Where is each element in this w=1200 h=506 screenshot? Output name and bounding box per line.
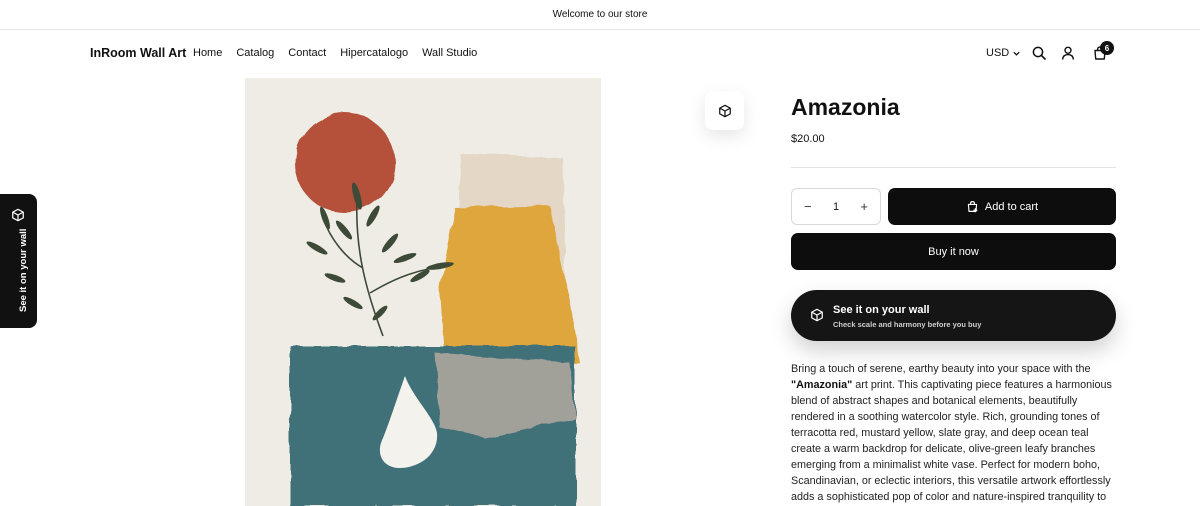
add-to-cart-button[interactable]: Add to cart	[888, 188, 1116, 225]
currency-selector[interactable]: USD	[986, 47, 1021, 59]
product-title: Amazonia	[791, 94, 900, 120]
chevron-down-icon	[1013, 51, 1020, 56]
nav-wall-studio[interactable]: Wall Studio	[422, 47, 477, 59]
side-tab-label: See it on your wall	[18, 228, 29, 312]
quantity-value[interactable]: 1	[833, 201, 839, 213]
announcement-text: Welcome to our store	[552, 9, 648, 20]
nav-home[interactable]: Home	[193, 47, 222, 59]
cube-icon	[12, 208, 24, 222]
store-logo[interactable]: InRoom Wall Art	[90, 46, 186, 60]
view-3d-button[interactable]	[705, 91, 744, 130]
quantity-stepper: − 1 +	[791, 188, 881, 225]
description-body: art print. This captivating piece featur…	[791, 379, 1112, 503]
cart-count-badge: 6	[1100, 41, 1114, 55]
cube-icon	[811, 308, 823, 322]
divider	[791, 167, 1116, 168]
search-icon[interactable]	[1031, 45, 1047, 61]
nav-hipercatalogo[interactable]: Hipercatalogo	[340, 47, 408, 59]
currency-label: USD	[986, 47, 1010, 59]
cart-add-icon	[967, 201, 978, 213]
product-description: Bring a touch of serene, earthy beauty i…	[791, 361, 1116, 505]
account-icon[interactable]	[1060, 45, 1076, 61]
buy-now-button[interactable]: Buy it now	[791, 233, 1116, 270]
decrease-quantity-button[interactable]: −	[804, 199, 812, 214]
increase-quantity-button[interactable]: +	[860, 199, 868, 214]
cube-icon	[718, 104, 731, 117]
product-image[interactable]	[245, 78, 601, 506]
nav-catalog[interactable]: Catalog	[236, 47, 274, 59]
wall-button-title: See it on your wall	[833, 304, 930, 316]
site-header: InRoom Wall Art Home Catalog Contact Hip…	[0, 30, 1200, 78]
description-intro: Bring a touch of serene, earthy beauty i…	[791, 363, 1091, 375]
wall-button-subtitle: Check scale and harmony before you buy	[833, 320, 982, 329]
main-nav: Home Catalog Contact Hipercatalogo Wall …	[193, 47, 477, 59]
see-on-wall-button[interactable]: See it on your wall Check scale and harm…	[791, 290, 1116, 341]
see-on-wall-side-tab[interactable]: See it on your wall	[0, 194, 37, 328]
description-product-name: "Amazonia"	[791, 379, 853, 391]
nav-contact[interactable]: Contact	[288, 47, 326, 59]
product-price: $20.00	[791, 133, 825, 145]
announcement-bar: Welcome to our store	[0, 0, 1200, 30]
artwork-illustration	[245, 78, 601, 506]
buy-now-label: Buy it now	[928, 245, 979, 258]
add-to-cart-label: Add to cart	[984, 200, 1039, 213]
